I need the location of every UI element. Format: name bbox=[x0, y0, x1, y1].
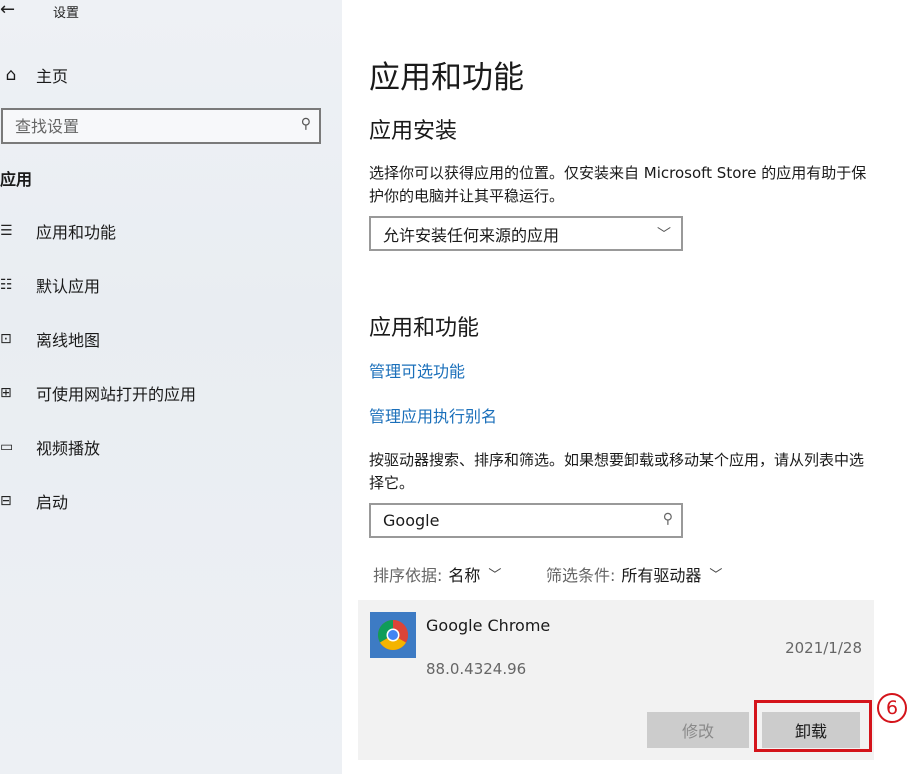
apps-for-websites-icon: ⊞ bbox=[0, 385, 12, 401]
sidebar-item-default-apps[interactable]: ☷ 默认应用 bbox=[0, 271, 100, 299]
install-source-value: 允许安装任何来源的应用 bbox=[383, 225, 560, 245]
video-playback-icon: ▭ bbox=[0, 439, 14, 455]
manage-optional-features-link[interactable]: 管理可选功能 bbox=[369, 358, 465, 382]
default-apps-icon: ☷ bbox=[0, 277, 13, 293]
sidebar-item-label: 可使用网站打开的应用 bbox=[36, 385, 197, 404]
step-number-badge: 6 bbox=[877, 693, 907, 723]
uninstall-highlight-box bbox=[754, 700, 872, 752]
home-icon: ⌂ bbox=[5, 65, 17, 85]
sidebar-item-label: 离线地图 bbox=[36, 331, 101, 350]
install-source-dropdown[interactable]: 允许安装任何来源的应用 ﹀ bbox=[369, 216, 683, 251]
sidebar-section-title: 应用 bbox=[0, 170, 33, 189]
sidebar-item-apps-for-websites[interactable]: ⊞ 可使用网站打开的应用 bbox=[0, 379, 196, 407]
home-label: 主页 bbox=[36, 67, 69, 86]
app-search-box[interactable]: ⚲ bbox=[369, 503, 683, 538]
filter-label: 筛选条件: bbox=[546, 566, 616, 585]
app-install-date: 2021/1/28 bbox=[785, 639, 862, 657]
sidebar-item-offline-maps[interactable]: ⊡ 离线地图 bbox=[0, 325, 100, 353]
install-section-title: 应用安装 bbox=[369, 119, 458, 144]
page-title: 应用和功能 bbox=[369, 60, 524, 96]
settings-search-input[interactable] bbox=[3, 110, 295, 142]
app-version: 88.0.4324.96 bbox=[426, 660, 527, 678]
chrome-icon bbox=[370, 612, 416, 658]
apps-features-icon: ☰ bbox=[0, 223, 13, 239]
features-section-title: 应用和功能 bbox=[369, 316, 480, 341]
settings-search-box[interactable]: ⚲ bbox=[1, 108, 321, 144]
install-description: 选择你可以获得应用的位置。仅安装来自 Microsoft Store 的应用有助… bbox=[369, 164, 867, 205]
app-search-input[interactable] bbox=[371, 505, 653, 536]
search-icon[interactable]: ⚲ bbox=[663, 511, 673, 527]
filter-dropdown[interactable]: 筛选条件: 所有驱动器 ﹀ bbox=[546, 562, 722, 586]
main-content: 应用和功能 应用安装 选择你可以获得应用的位置。仅安装来自 Microsoft … bbox=[342, 0, 918, 774]
sidebar-item-label: 启动 bbox=[36, 493, 69, 512]
sidebar-item-label: 视频播放 bbox=[36, 439, 101, 458]
back-arrow-icon[interactable]: ← bbox=[0, 0, 15, 20]
sidebar-item-label: 应用和功能 bbox=[36, 223, 117, 242]
filter-value: 所有驱动器 bbox=[621, 566, 702, 585]
sidebar-item-video-playback[interactable]: ▭ 视频播放 bbox=[0, 433, 100, 461]
sidebar-item-apps-features[interactable]: ☰ 应用和功能 bbox=[0, 217, 116, 245]
app-name: Google Chrome bbox=[426, 616, 551, 635]
home-link[interactable]: ⌂ 主页 bbox=[0, 62, 68, 88]
sort-dropdown[interactable]: 排序依据: 名称 ﹀ bbox=[373, 562, 501, 586]
sort-label: 排序依据: bbox=[373, 566, 443, 585]
sidebar: ← 设置 ⌂ 主页 ⚲ 应用 ☰ 应用和功能 ☷ 默认应用 ⊡ 离线地图 ⊞ 可… bbox=[0, 0, 342, 774]
sidebar-item-label: 默认应用 bbox=[36, 277, 101, 296]
search-icon[interactable]: ⚲ bbox=[301, 116, 311, 132]
sort-value: 名称 bbox=[448, 566, 481, 585]
modify-button[interactable]: 修改 bbox=[647, 712, 749, 748]
chevron-down-icon: ﹀ bbox=[709, 568, 723, 583]
offline-maps-icon: ⊡ bbox=[0, 331, 12, 347]
manage-app-aliases-link[interactable]: 管理应用执行别名 bbox=[369, 403, 497, 427]
chevron-down-icon: ﹀ bbox=[657, 226, 671, 243]
startup-icon: ⊟ bbox=[0, 493, 12, 509]
features-description: 按驱动器搜索、排序和筛选。如果想要卸载或移动某个应用，请从列表中选择它。 bbox=[369, 451, 865, 492]
sidebar-item-startup[interactable]: ⊟ 启动 bbox=[0, 487, 68, 515]
chevron-down-icon: ﹀ bbox=[488, 568, 502, 583]
window-title: 设置 bbox=[53, 6, 80, 21]
